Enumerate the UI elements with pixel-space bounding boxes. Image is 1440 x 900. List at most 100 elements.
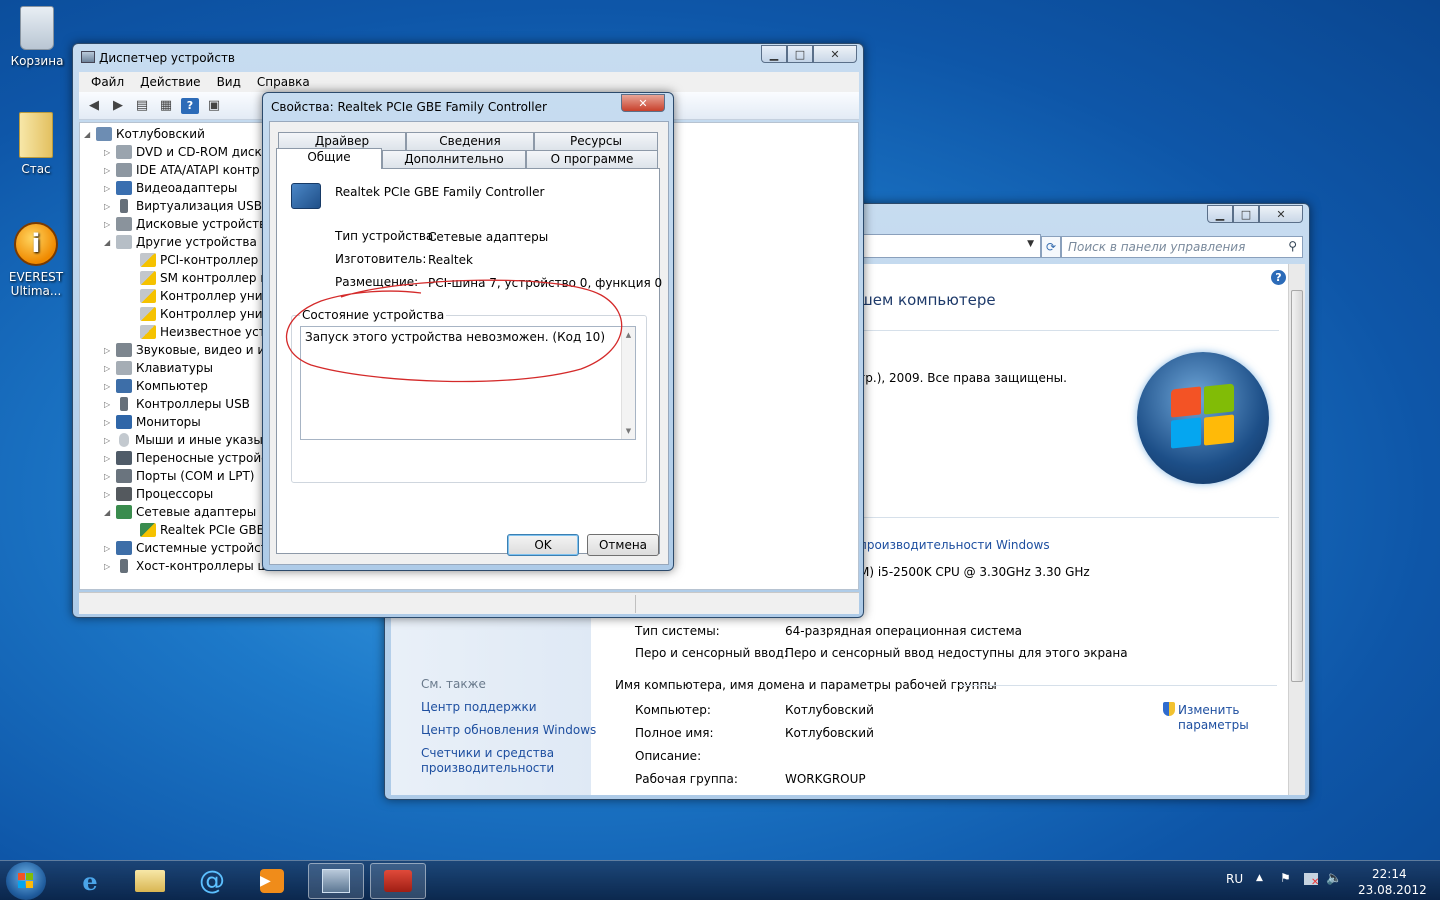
sidebar-link-windows-update[interactable]: Центр обновления Windows xyxy=(421,723,596,737)
collapsed-icon[interactable]: ▷ xyxy=(104,544,116,553)
help-icon[interactable]: ? xyxy=(1271,270,1286,285)
expanded-icon[interactable]: ◢ xyxy=(84,130,96,139)
tree-item[interactable]: ▷ Мыши и иные указы xyxy=(104,431,263,449)
maximize-button[interactable]: □ xyxy=(1233,205,1259,223)
tab-advanced[interactable]: Дополнительно xyxy=(382,150,526,168)
change-settings-link[interactable]: Изменить xyxy=(1178,703,1240,717)
scroll-down-icon[interactable]: ▼ xyxy=(622,427,635,435)
collapsed-icon[interactable]: ▷ xyxy=(104,184,116,193)
properties-dialog[interactable]: Свойства: Realtek PCIe GBE Family Contro… xyxy=(262,92,674,571)
taskbar-toolbox[interactable] xyxy=(370,863,426,899)
tree-item[interactable]: Контроллер униве xyxy=(140,305,277,323)
minimize-button[interactable]: ▁ xyxy=(1207,205,1233,223)
tree-item[interactable]: ▷ Дисковые устройства xyxy=(104,215,274,233)
close-button[interactable]: ✕ xyxy=(813,45,857,63)
tree-item[interactable]: ◢ Другие устройства xyxy=(104,233,257,251)
tree-item[interactable]: PCI-контроллер S xyxy=(140,251,270,269)
tree-item[interactable]: ▷ IDE ATA/ATAPI контр xyxy=(104,161,260,179)
sidebar-link-performance-2[interactable]: производительности xyxy=(421,761,554,775)
mail-at-icon[interactable]: @ xyxy=(184,863,240,899)
clock-date[interactable]: 23.08.2012 xyxy=(1358,883,1427,897)
close-button[interactable]: ✕ xyxy=(621,94,665,112)
collapsed-icon[interactable]: ▷ xyxy=(104,382,116,391)
scan-icon[interactable]: ▣ xyxy=(205,98,223,114)
tree-item[interactable]: ▷ Контроллеры USB xyxy=(104,395,250,413)
tree-item[interactable]: Неизвестное устр xyxy=(140,323,273,341)
tab-details[interactable]: Сведения xyxy=(406,132,534,150)
collapsed-icon[interactable]: ▷ xyxy=(104,454,116,463)
show-hidden-icons[interactable]: ▲ xyxy=(1256,873,1263,883)
back-icon[interactable]: ◀ xyxy=(85,98,103,114)
help-icon[interactable]: ? xyxy=(181,97,199,114)
start-button[interactable] xyxy=(6,862,46,900)
tab-about[interactable]: О программе xyxy=(526,150,658,168)
forward-icon[interactable]: ▶ xyxy=(109,98,127,114)
tree-item[interactable]: ▷ DVD и CD-ROM диско xyxy=(104,143,269,161)
desktop-icon-everest[interactable]: i EVEREST Ultima... xyxy=(1,222,71,298)
scroll-thumb[interactable] xyxy=(1291,290,1303,682)
refresh-button[interactable]: ⟳ xyxy=(1041,236,1061,258)
collapsed-icon[interactable]: ▷ xyxy=(104,364,116,373)
expanded-icon[interactable]: ◢ xyxy=(104,238,116,247)
volume-icon[interactable]: 🔈 xyxy=(1326,871,1342,886)
collapsed-icon[interactable]: ▷ xyxy=(104,148,116,157)
collapsed-icon[interactable]: ▷ xyxy=(104,418,116,427)
collapsed-icon[interactable]: ▷ xyxy=(104,490,116,499)
language-indicator[interactable]: RU xyxy=(1226,872,1243,886)
network-disconnected-icon[interactable]: ✕ xyxy=(1304,873,1319,888)
tree-item[interactable]: ▷ Мониторы xyxy=(104,413,201,431)
collapsed-icon[interactable]: ▷ xyxy=(104,202,116,211)
tree-item[interactable]: Контроллер униве xyxy=(140,287,277,305)
tree-item[interactable]: ▷ Компьютер xyxy=(104,377,208,395)
cancel-button[interactable]: Отмена xyxy=(587,534,659,556)
menu-action[interactable]: Действие xyxy=(132,72,208,92)
desktop-icon-recycle-bin[interactable]: Корзина xyxy=(2,6,72,68)
collapsed-icon[interactable]: ▷ xyxy=(104,400,116,409)
sidebar-link-support-center[interactable]: Центр поддержки xyxy=(421,700,537,714)
taskbar-device-manager[interactable] xyxy=(308,863,364,899)
maximize-button[interactable]: □ xyxy=(787,45,813,63)
tree-item-selected[interactable]: Realtek PCIe GBE F xyxy=(140,521,275,539)
ok-button[interactable]: OK xyxy=(507,534,579,556)
tree-view-icon[interactable]: ▤ xyxy=(133,98,151,114)
menu-view[interactable]: Вид xyxy=(209,72,249,92)
media-player-icon[interactable]: ▶ xyxy=(244,863,300,899)
scrollbar[interactable] xyxy=(1288,264,1305,795)
tree-item[interactable]: ▷ Процессоры xyxy=(104,485,213,503)
explorer-folder-icon[interactable] xyxy=(122,863,178,899)
chevron-down-icon[interactable]: ▼ xyxy=(1027,239,1034,249)
menu-file[interactable]: Файл xyxy=(83,72,132,92)
properties-icon[interactable]: ▦ xyxy=(157,98,175,114)
search-input[interactable]: Поиск в панели управления ⚲ xyxy=(1061,236,1303,258)
expanded-icon[interactable]: ◢ xyxy=(104,508,116,517)
tree-item[interactable]: ▷ Виртуализация USB xyxy=(104,197,262,215)
tab-general[interactable]: Общие xyxy=(276,148,382,169)
collapsed-icon[interactable]: ▷ xyxy=(104,346,116,355)
tree-item[interactable]: ▷ Видеоадаптеры xyxy=(104,179,237,197)
collapsed-icon[interactable]: ▷ xyxy=(104,562,116,571)
tree-item[interactable]: ▷ Порты (COM и LPT) xyxy=(104,467,254,485)
close-button[interactable]: ✕ xyxy=(1259,205,1303,223)
tree-item[interactable]: ◢ Сетевые адаптеры xyxy=(104,503,256,521)
tree-item[interactable]: ▷ Звуковые, видео и игр xyxy=(104,341,279,359)
tree-item[interactable]: ▷ Хост-контроллеры ш xyxy=(104,557,268,575)
minimize-button[interactable]: ▁ xyxy=(761,45,787,63)
tree-root[interactable]: ◢ Котлубовский xyxy=(84,125,205,143)
sidebar-link-performance-1[interactable]: Счетчики и средства xyxy=(421,746,554,760)
tree-item[interactable]: SM контроллер ш xyxy=(140,269,271,287)
tab-resources[interactable]: Ресурсы xyxy=(534,132,658,150)
performance-link[interactable]: производительности Windows xyxy=(859,538,1050,552)
clock-time[interactable]: 22:14 xyxy=(1372,867,1407,881)
desktop-icon-user-folder[interactable]: Стас xyxy=(1,112,71,176)
change-settings-link-2[interactable]: параметры xyxy=(1178,718,1249,732)
tree-item[interactable]: ▷ Переносные устройс xyxy=(104,449,268,467)
collapsed-icon[interactable]: ▷ xyxy=(104,472,116,481)
menu-help[interactable]: Справка xyxy=(249,72,318,92)
collapsed-icon[interactable]: ▷ xyxy=(104,220,116,229)
action-center-icon[interactable]: ⚑ xyxy=(1280,871,1291,885)
collapsed-icon[interactable]: ▷ xyxy=(104,166,116,175)
collapsed-icon[interactable]: ▷ xyxy=(104,436,116,445)
tree-item[interactable]: ▷ Клавиатуры xyxy=(104,359,213,377)
tree-item[interactable]: ▷ Системные устройст xyxy=(104,539,268,557)
internet-explorer-icon[interactable]: e xyxy=(62,863,118,899)
